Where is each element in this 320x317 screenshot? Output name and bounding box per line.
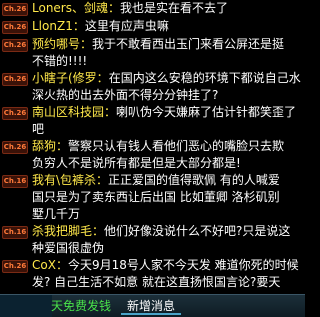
message-line: 国只是为了卖东西让后出国 比如董卿 洛杉矶别 <box>32 189 301 206</box>
message-text: 国只是为了卖东西让后出国 比如董卿 洛杉矶别 <box>32 190 280 204</box>
sender-name[interactable]: LlonZ1： <box>32 19 85 33</box>
chat-bottom-bar: 天免费发钱 新增消息 <box>0 294 305 317</box>
chat-message: Ch.16 我有\包裤杀：正正爱国的值得歌佩 有的人喊爱 国只是为了卖东西让后出国 … <box>0 172 305 223</box>
sender-name[interactable]: 杀我把脚毛： <box>32 224 104 238</box>
sender-name[interactable]: 小瞎子(修罗： <box>32 71 109 85</box>
sender-name[interactable]: Loners、剑魂： <box>32 1 120 15</box>
chat-message: Ch.16 杀我把脚毛：他们好像没说什么不好吧?只是说这 种爱国很虚伪 <box>0 223 305 257</box>
level-badge: Ch.26 <box>2 3 28 16</box>
message-text: 喇叭伪今天嫌麻了估计针都笑歪了 <box>116 105 297 119</box>
message-text: 负穷人不是说所有都是但是大部分都是! <box>32 156 241 170</box>
level-badge: Ch.26 <box>2 39 28 52</box>
message-line: 我有\包裤杀：正正爱国的值得歌佩 有的人喊爱 <box>32 172 301 189</box>
message-text: 吧 <box>32 122 45 136</box>
level-badge: Ch.26 <box>2 21 28 34</box>
chat-message: Ch.26 南山区科技园：喇叭伪今天嫌麻了估计针都笑歪了吧 <box>0 104 305 138</box>
message-text: 我也是实在看不去了 <box>120 1 229 15</box>
message-text: 不错的!!!! <box>32 54 88 68</box>
message-line: 墅几千万 <box>32 206 301 223</box>
message-text: 警察只认有钱人看他们恶心的嘴脸只去欺 <box>68 139 285 153</box>
message-line: 吧 <box>32 121 301 138</box>
message-text: 种爱国很虚伪 <box>32 241 105 255</box>
level-badge: Ch.16 <box>2 175 28 188</box>
message-line: 种爱国很虚伪 <box>32 240 301 257</box>
message-text: 今天9月18号人家不今天发 难道你死的时候 <box>67 258 299 272</box>
message-line: 南山区科技园：喇叭伪今天嫌麻了估计针都笑歪了 <box>32 104 301 121</box>
sender-name[interactable]: 我有\包裤杀： <box>32 173 108 187</box>
chat-message: Ch.26 舔狗：警察只认有钱人看他们恶心的嘴脸只去欺 负穷人不是说所有都是但是大部… <box>0 138 305 172</box>
tab-new-messages[interactable]: 新增消息 <box>121 297 182 315</box>
message-text: 在国内这么安稳的环境下都说自己水 <box>108 71 301 85</box>
level-badge: Ch.16 <box>2 226 28 239</box>
message-line: 负穷人不是说所有都是但是大部分都是! <box>32 155 301 172</box>
sender-name[interactable]: 南山区科技园： <box>32 105 116 119</box>
message-text: 我于不敢看西出玉门来看公屏还是挺 <box>92 37 285 51</box>
channel-tab[interactable] <box>0 295 52 317</box>
message-line: Loners、剑魂：我也是实在看不去了 <box>32 0 301 17</box>
message-line: 预约哪号：我于不敢看西出玉门来看公屏还是挺 <box>32 36 301 53</box>
message-text: 他们好像没说什么不好吧?只是说这 <box>104 224 291 238</box>
message-line: 深火热的出去外面不得分分钟挂了? <box>32 87 301 104</box>
chat-message: Ch.26 小瞎子(修罗：在国内这么安稳的环境下都说自己水 深火热的出去外面不得分分… <box>0 70 305 104</box>
level-badge: Ch.26 <box>2 260 28 273</box>
message-text: 深火热的出去外面不得分分钟挂了? <box>32 88 219 102</box>
message-text: 发? 自己生活不如意 就在这直扬恨国言论?要天 <box>32 275 281 289</box>
sender-name[interactable]: CoX： <box>32 258 68 272</box>
level-badge: Ch.26 <box>2 141 28 154</box>
chat-log: Ch.26 Loners、剑魂：我也是实在看不去了 Ch.26 LlonZ1：这里有应… <box>0 0 305 294</box>
chat-message: Ch.26 CoX：今天9月18号人家不今天发 难道你死的时候 发? 自己生活不如意… <box>0 257 305 291</box>
message-line: 杀我把脚毛：他们好像没说什么不好吧?只是说这 <box>32 223 301 240</box>
level-badge: Ch.26 <box>2 73 28 86</box>
level-badge: Ch.26 <box>2 107 28 120</box>
chat-message: Ch.26 Loners、剑魂：我也是实在看不去了 <box>0 0 305 17</box>
chat-message: Ch.26 LlonZ1：这里有应声虫嘛 <box>0 18 305 35</box>
sender-name[interactable]: 预约哪号： <box>32 37 92 51</box>
message-line: CoX：今天9月18号人家不今天发 难道你死的时候 <box>32 257 301 274</box>
message-text: 墅几千万 <box>32 207 81 221</box>
message-line: LlonZ1：这里有应声虫嘛 <box>32 18 301 35</box>
message-line: 发? 自己生活不如意 就在这直扬恨国言论?要天 <box>32 274 301 291</box>
sender-name[interactable]: 舔狗： <box>32 139 68 153</box>
message-text: 正正爱国的值得歌佩 有的人喊爱 <box>108 173 280 187</box>
message-line: 不错的!!!! <box>32 53 301 70</box>
message-line: 舔狗：警察只认有钱人看他们恶心的嘴脸只去欺 <box>32 138 301 155</box>
free-money-link[interactable]: 天免费发钱 <box>51 298 111 314</box>
chat-message: Ch.26 预约哪号：我于不敢看西出玉门来看公屏还是挺 不错的!!!! <box>0 36 305 70</box>
message-text: 这里有应声虫嘛 <box>84 19 169 33</box>
message-line: 小瞎子(修罗：在国内这么安稳的环境下都说自己水 <box>32 70 301 87</box>
